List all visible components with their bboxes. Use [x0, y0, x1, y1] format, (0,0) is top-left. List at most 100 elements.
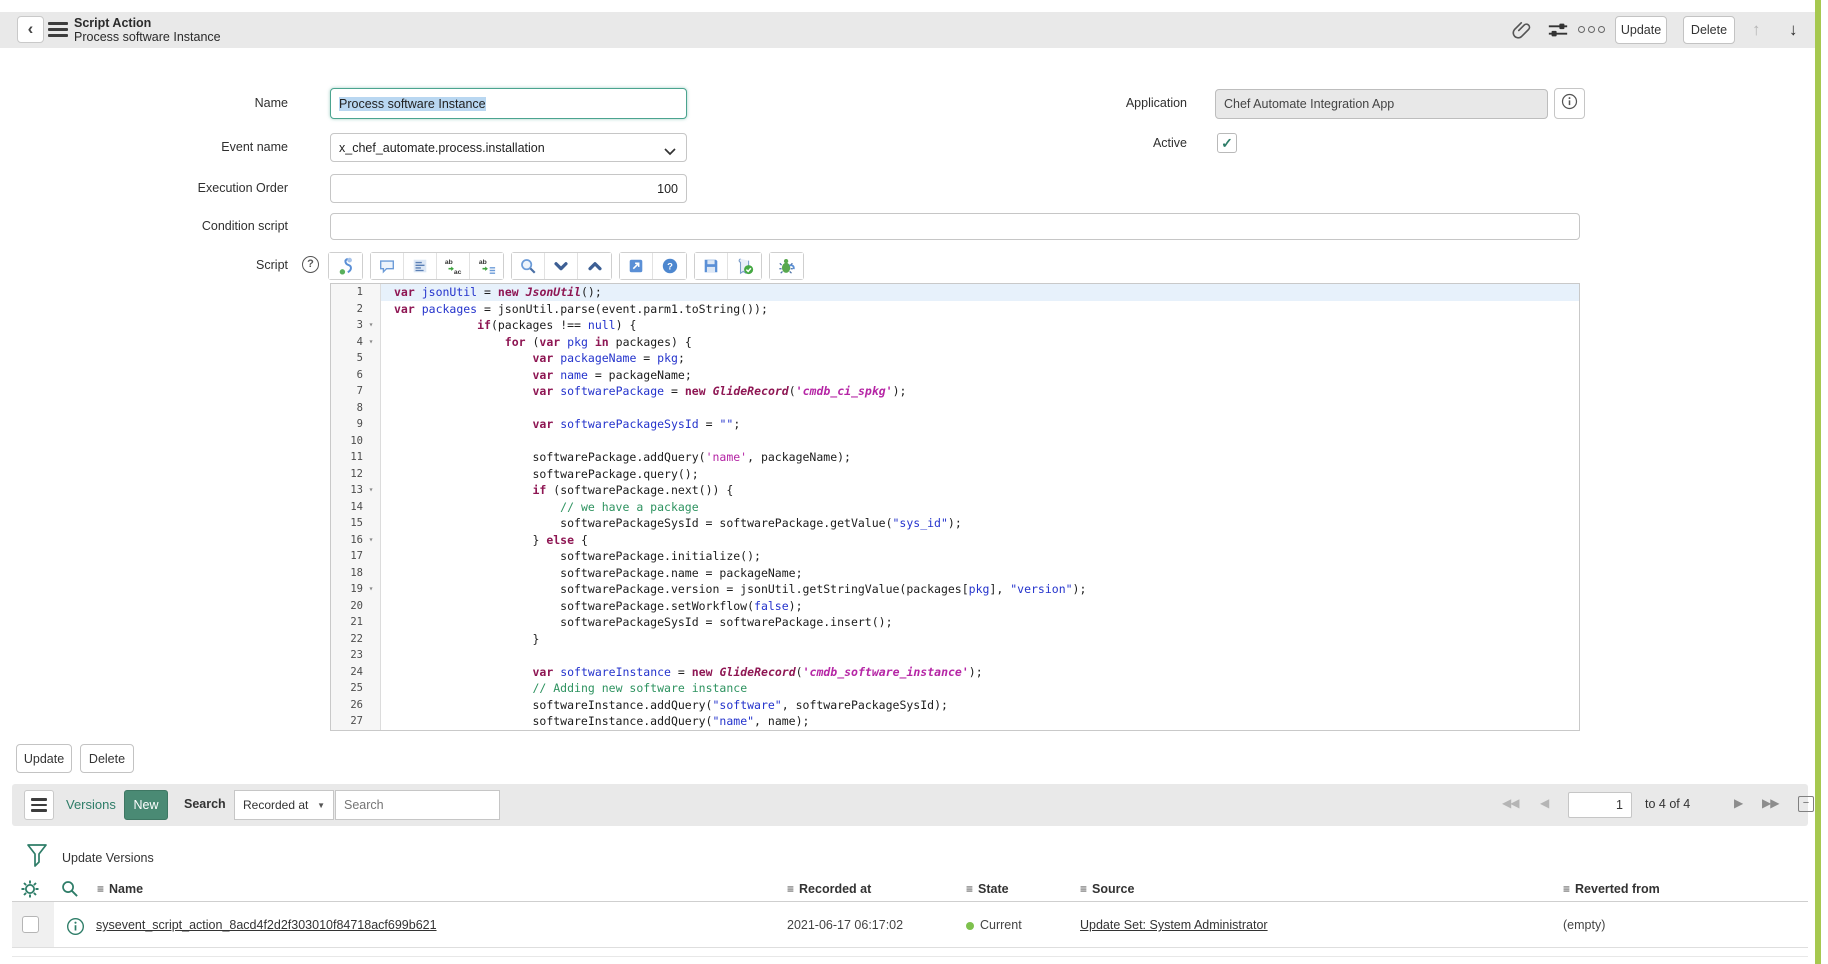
column-header-recorded-at[interactable]: ≡ Recorded at: [787, 882, 871, 896]
code-line[interactable]: 6 var name = packageName;: [331, 367, 1579, 384]
code-line[interactable]: 15 softwarePackageSysId = softwarePackag…: [331, 515, 1579, 532]
fold-toggle-icon[interactable]: ▾: [363, 317, 379, 334]
execution-order-label: Execution Order: [28, 181, 288, 195]
fold-toggle-icon[interactable]: ▾: [363, 581, 379, 598]
code-line[interactable]: 22 }: [331, 631, 1579, 648]
find-next-icon[interactable]: [545, 253, 578, 279]
code-line[interactable]: 17 softwarePackage.initialize();: [331, 548, 1579, 565]
code-line[interactable]: 25 // Adding new software instance: [331, 680, 1579, 697]
personalize-form-icon[interactable]: [1547, 19, 1569, 46]
code-line[interactable]: 20 softwarePackage.setWorkflow(false);: [331, 598, 1579, 615]
code-line[interactable]: 19▾ softwarePackage.version = jsonUtil.g…: [331, 581, 1579, 598]
replace-all-icon[interactable]: ab: [470, 253, 503, 279]
column-menu-icon[interactable]: ≡: [97, 882, 104, 896]
last-page-icon[interactable]: ▶▶: [1762, 796, 1778, 810]
name-input[interactable]: Process software Instance: [330, 88, 687, 119]
list-context-menu-icon[interactable]: [24, 790, 54, 820]
attachment-icon[interactable]: [1511, 19, 1533, 46]
find-previous-icon[interactable]: [578, 253, 611, 279]
search-column-select[interactable]: Recorded at ▼: [234, 790, 334, 820]
syntax-check-icon[interactable]: [728, 253, 761, 279]
code-line[interactable]: 21 softwarePackageSysId = softwarePackag…: [331, 614, 1579, 631]
code-line-text: for (var pkg in packages) {: [381, 334, 1579, 351]
first-page-icon[interactable]: ◀◀: [1502, 796, 1518, 810]
code-line[interactable]: 27 softwareInstance.addQuery("name", nam…: [331, 713, 1579, 730]
event-name-select[interactable]: x_chef_automate.process.installation: [330, 133, 687, 162]
column-header-source[interactable]: ≡Source: [1080, 882, 1134, 896]
script-toolbar: abacab?: [328, 252, 804, 280]
active-checkbox[interactable]: ✓: [1217, 133, 1237, 153]
row-info-icon[interactable]: [66, 917, 85, 941]
column-menu-icon[interactable]: ≡: [1563, 882, 1570, 896]
code-line[interactable]: 5 var packageName = pkg;: [331, 350, 1579, 367]
application-info-button[interactable]: [1554, 88, 1585, 119]
code-line[interactable]: 12 softwarePackage.query();: [331, 466, 1579, 483]
code-line[interactable]: 26 softwareInstance.addQuery("software",…: [331, 697, 1579, 714]
script-editor[interactable]: 1var jsonUtil = new JsonUtil();2var pack…: [330, 283, 1580, 731]
script-help-icon[interactable]: ?: [302, 256, 319, 273]
code-line[interactable]: 24 var softwareInstance = new GlideRecor…: [331, 664, 1579, 681]
code-line[interactable]: 1var jsonUtil = new JsonUtil();: [331, 284, 1579, 301]
name-label: Name: [28, 96, 288, 110]
column-menu-icon[interactable]: ≡: [787, 882, 794, 896]
back-button[interactable]: ‹: [17, 16, 44, 43]
code-line[interactable]: 9 var softwarePackageSysId = "";: [331, 416, 1579, 433]
code-line[interactable]: 13▾ if (softwarePackage.next()) {: [331, 482, 1579, 499]
previous-record-icon[interactable]: ↑: [1752, 20, 1761, 40]
delete-button-footer[interactable]: Delete: [80, 744, 134, 773]
fold-toggle-icon[interactable]: ▾: [363, 532, 379, 549]
delete-button[interactable]: Delete: [1683, 16, 1735, 44]
row-source-link[interactable]: Update Set: System Administrator: [1080, 918, 1268, 932]
code-line[interactable]: 10: [331, 433, 1579, 450]
column-header-reverted-from[interactable]: ≡Reverted from: [1563, 882, 1660, 896]
condition-script-input[interactable]: [330, 213, 1580, 240]
format-document-icon[interactable]: [404, 253, 437, 279]
debug-icon[interactable]: [770, 253, 803, 279]
row-name-link[interactable]: sysevent_script_action_8acd4f2d2f303010f…: [96, 918, 437, 932]
code-line[interactable]: 23: [331, 647, 1579, 664]
versions-tab-label: Versions: [66, 797, 116, 812]
code-line[interactable]: 8: [331, 400, 1579, 417]
help-icon[interactable]: ?: [653, 253, 686, 279]
next-record-icon[interactable]: ↓: [1789, 20, 1798, 40]
code-line[interactable]: 7 var softwarePackage = new GlideRecord(…: [331, 383, 1579, 400]
filter-funnel-icon[interactable]: [26, 843, 48, 873]
editor-gutter: 16▾: [331, 532, 381, 549]
execution-order-input[interactable]: 100: [330, 174, 687, 203]
next-page-icon[interactable]: ▶: [1734, 796, 1742, 810]
open-in-new-window-icon[interactable]: [620, 253, 653, 279]
syntax-editor-icon[interactable]: [329, 253, 362, 279]
code-line[interactable]: 3▾ if(packages !== null) {: [331, 317, 1579, 334]
code-line-text: var softwareInstance = new GlideRecord('…: [381, 664, 1579, 681]
fold-toggle-icon[interactable]: ▾: [363, 334, 379, 351]
page-number-input[interactable]: 1: [1568, 792, 1632, 818]
code-line[interactable]: 4▾ for (var pkg in packages) {: [331, 334, 1579, 351]
save-icon[interactable]: [695, 253, 728, 279]
fold-toggle-icon[interactable]: ▾: [363, 482, 379, 499]
code-line[interactable]: 16▾ } else {: [331, 532, 1579, 549]
editor-gutter: 12: [331, 466, 381, 483]
row-checkbox[interactable]: [22, 916, 39, 933]
column-header-name[interactable]: ≡Name: [97, 882, 143, 896]
toggle-comment-icon[interactable]: [371, 253, 404, 279]
more-options-icon[interactable]: [1578, 26, 1605, 33]
replace-icon[interactable]: abac: [437, 253, 470, 279]
column-header-state[interactable]: ≡State: [966, 882, 1009, 896]
code-line[interactable]: 18 softwarePackage.name = packageName;: [331, 565, 1579, 582]
column-header-label: Recorded at: [799, 882, 871, 896]
update-button[interactable]: Update: [1615, 16, 1667, 44]
list-search-input[interactable]: [335, 790, 500, 820]
new-button[interactable]: New: [124, 790, 168, 820]
update-button-footer[interactable]: Update: [16, 744, 72, 773]
code-line[interactable]: 14 // we have a package: [331, 499, 1579, 516]
search-icon[interactable]: [512, 253, 545, 279]
previous-page-icon[interactable]: ◀: [1540, 796, 1548, 810]
code-line[interactable]: 11 softwarePackage.addQuery('name', pack…: [331, 449, 1579, 466]
code-line[interactable]: 2var packages = jsonUtil.parse(event.par…: [331, 301, 1579, 318]
column-menu-icon[interactable]: ≡: [1080, 882, 1087, 896]
column-menu-icon[interactable]: ≡: [966, 882, 973, 896]
collapse-list-icon[interactable]: −: [1798, 796, 1814, 812]
editor-gutter: 6: [331, 367, 381, 384]
pagination-range: to 4 of 4: [1645, 797, 1690, 811]
form-context-menu-icon[interactable]: [48, 22, 68, 38]
